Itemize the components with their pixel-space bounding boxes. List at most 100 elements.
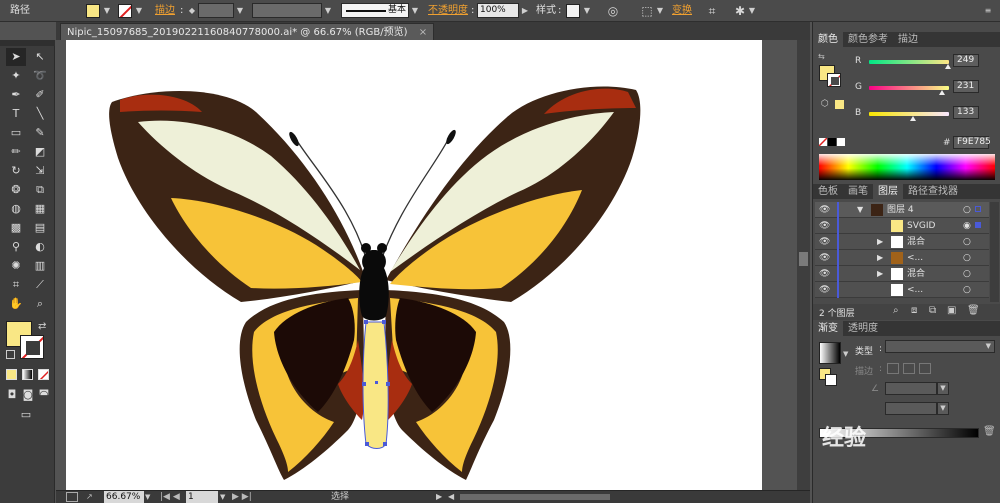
shape-builder-tool-icon[interactable]: ◍ (6, 200, 26, 218)
color-mode-icon[interactable] (6, 369, 17, 380)
swap-colors-icon[interactable]: ⇄ (38, 321, 50, 333)
visibility-eye-icon[interactable]: 👁 (819, 202, 830, 218)
expand-arrow-icon[interactable]: ▼ (857, 202, 863, 218)
opacity-dropdown[interactable]: ▶ (519, 4, 531, 18)
zoom-input[interactable]: 66.67% (104, 491, 144, 503)
zoom-tool-icon[interactable]: ⌕ (30, 295, 50, 313)
tab-brushes[interactable]: 画笔 (843, 184, 873, 199)
color-spectrum[interactable] (819, 154, 995, 180)
blend-tool-icon[interactable]: ◐ (30, 238, 50, 256)
free-transform-tool-icon[interactable]: ⧉ (30, 181, 50, 199)
g-value[interactable]: 231 (953, 80, 979, 93)
stroke-across-icon[interactable] (919, 363, 931, 374)
tab-gradient[interactable]: 渐变 (813, 321, 843, 336)
profile-dropdown[interactable]: ▼ (322, 4, 334, 18)
selection-indicator[interactable] (975, 206, 981, 212)
transform-link[interactable]: 变换 (672, 3, 692, 18)
tab-stroke[interactable]: 描边 (893, 32, 923, 47)
rotate-tool-icon[interactable]: ↻ (6, 162, 26, 180)
gradient-stroke-swatch[interactable] (825, 374, 837, 386)
variable-width-profile[interactable] (252, 3, 322, 18)
graphic-style-swatch[interactable] (566, 4, 580, 18)
hand-tool-icon[interactable]: ✋ (6, 295, 26, 313)
gradient-type-select[interactable]: ▼ (885, 340, 995, 353)
none-mode-icon[interactable] (38, 369, 49, 380)
delete-stop-icon[interactable]: 🗑 (983, 426, 996, 437)
stroke-weight-dropdown[interactable]: ▼ (234, 4, 246, 18)
tab-color[interactable]: 颜色 (813, 32, 843, 47)
target-icon[interactable]: ○ (963, 250, 971, 266)
next-page-icon[interactable]: ▶ ▶| (232, 491, 256, 503)
butterfly-artwork[interactable] (66, 40, 762, 490)
pencil-tool-icon[interactable]: ✏ (6, 143, 26, 161)
locate-object-icon[interactable]: ⌕ (893, 305, 899, 316)
layer-name[interactable]: 图层 4 (887, 202, 914, 218)
target-icon[interactable]: ○ (963, 234, 971, 250)
visibility-eye-icon[interactable]: 👁 (819, 266, 830, 282)
paintbrush-tool-icon[interactable]: ✎ (30, 124, 50, 142)
stroke-color-box[interactable] (20, 335, 44, 359)
visibility-eye-icon[interactable]: 👁 (819, 234, 830, 250)
stroke-within-icon[interactable] (887, 363, 899, 374)
g-slider[interactable] (869, 86, 949, 90)
slice-tool-icon[interactable]: ⟋ (30, 276, 50, 294)
status-menu-icon[interactable]: ▶ (436, 491, 446, 503)
tab-swatches[interactable]: 色板 (813, 184, 843, 199)
artboard-tool-icon[interactable]: ⌗ (6, 276, 26, 294)
zoom-dropdown[interactable]: ▼ (145, 491, 154, 503)
target-icon[interactable]: ○ (963, 202, 971, 218)
column-graph-tool-icon[interactable]: ▥ (30, 257, 50, 275)
magic-wand-tool-icon[interactable]: ✦ (6, 67, 26, 85)
fill-swatch[interactable] (86, 4, 100, 18)
stroke-weight-stepper[interactable]: ◆ (186, 4, 198, 18)
scale-tool-icon[interactable]: ⇲ (30, 162, 50, 180)
vertical-scrollbar[interactable] (797, 40, 810, 490)
layer-name[interactable]: <... (907, 250, 923, 266)
direct-selection-tool-icon[interactable]: ↖ (30, 48, 50, 66)
brush-definition[interactable]: 基本 (341, 3, 409, 18)
black-color-icon[interactable] (828, 138, 836, 146)
draw-inside-icon[interactable]: ◚ (36, 386, 52, 404)
style-dropdown[interactable]: ▼ (581, 4, 593, 18)
rectangle-tool-icon[interactable]: ▭ (6, 124, 26, 142)
perspective-grid-tool-icon[interactable]: ▦ (30, 200, 50, 218)
hex-value[interactable]: F9E785 (953, 136, 991, 149)
stroke-weight-input[interactable] (198, 3, 234, 18)
gradient-angle-input[interactable] (885, 382, 937, 395)
selection-indicator[interactable] (975, 222, 981, 228)
control-bar-menu[interactable]: ≡ (982, 4, 994, 18)
eyedropper-tool-icon[interactable]: ⚲ (6, 238, 26, 256)
scrollbar-thumb[interactable] (799, 252, 808, 266)
gradient-angle-dropdown[interactable]: ▼ (937, 382, 949, 395)
fill-dropdown[interactable]: ▼ (101, 4, 113, 18)
layer-row[interactable]: 👁 ▼ 图层 4 ○ (815, 202, 989, 218)
gradient-tool-icon[interactable]: ▤ (30, 219, 50, 237)
eraser-tool-icon[interactable]: ◩ (30, 143, 50, 161)
more-options-dropdown[interactable]: ▼ (746, 4, 758, 18)
r-value[interactable]: 249 (953, 54, 979, 67)
layer-name[interactable]: SVGID (907, 218, 935, 234)
opacity-input[interactable]: 100% (477, 3, 519, 18)
tab-color-guide[interactable]: 颜色参考 (843, 32, 893, 47)
new-sublayer-icon[interactable]: ⧉ (929, 305, 936, 316)
brush-dropdown[interactable]: ▼ (409, 4, 421, 18)
stroke-swatch[interactable] (118, 4, 132, 18)
selection-tool-icon[interactable]: ➤ (6, 48, 26, 66)
line-tool-icon[interactable]: ╲ (30, 105, 50, 123)
document-tab[interactable]: Nipic_15097685_20190221160840778000.ai* … (60, 23, 435, 40)
tab-transparency[interactable]: 透明度 (843, 321, 883, 336)
gradient-preview[interactable] (819, 342, 841, 364)
stroke-along-icon[interactable] (903, 363, 915, 374)
layer-name[interactable]: 混合 (907, 266, 925, 282)
draw-behind-icon[interactable]: ◙ (20, 386, 36, 404)
align-dropdown[interactable]: ▼ (654, 4, 666, 18)
tab-pathfinder[interactable]: 路径查找器 (903, 184, 963, 199)
gradient-aspect-input[interactable] (885, 402, 937, 415)
b-value[interactable]: 133 (953, 106, 979, 119)
stroke-dropdown[interactable]: ▼ (133, 4, 145, 18)
lasso-tool-icon[interactable]: ➰ (30, 67, 50, 85)
draw-normal-icon[interactable]: ◘ (4, 386, 20, 404)
default-colors-icon[interactable] (6, 350, 15, 359)
opacity-label[interactable]: 不透明度 (428, 3, 468, 18)
visibility-eye-icon[interactable]: 👁 (819, 282, 830, 298)
